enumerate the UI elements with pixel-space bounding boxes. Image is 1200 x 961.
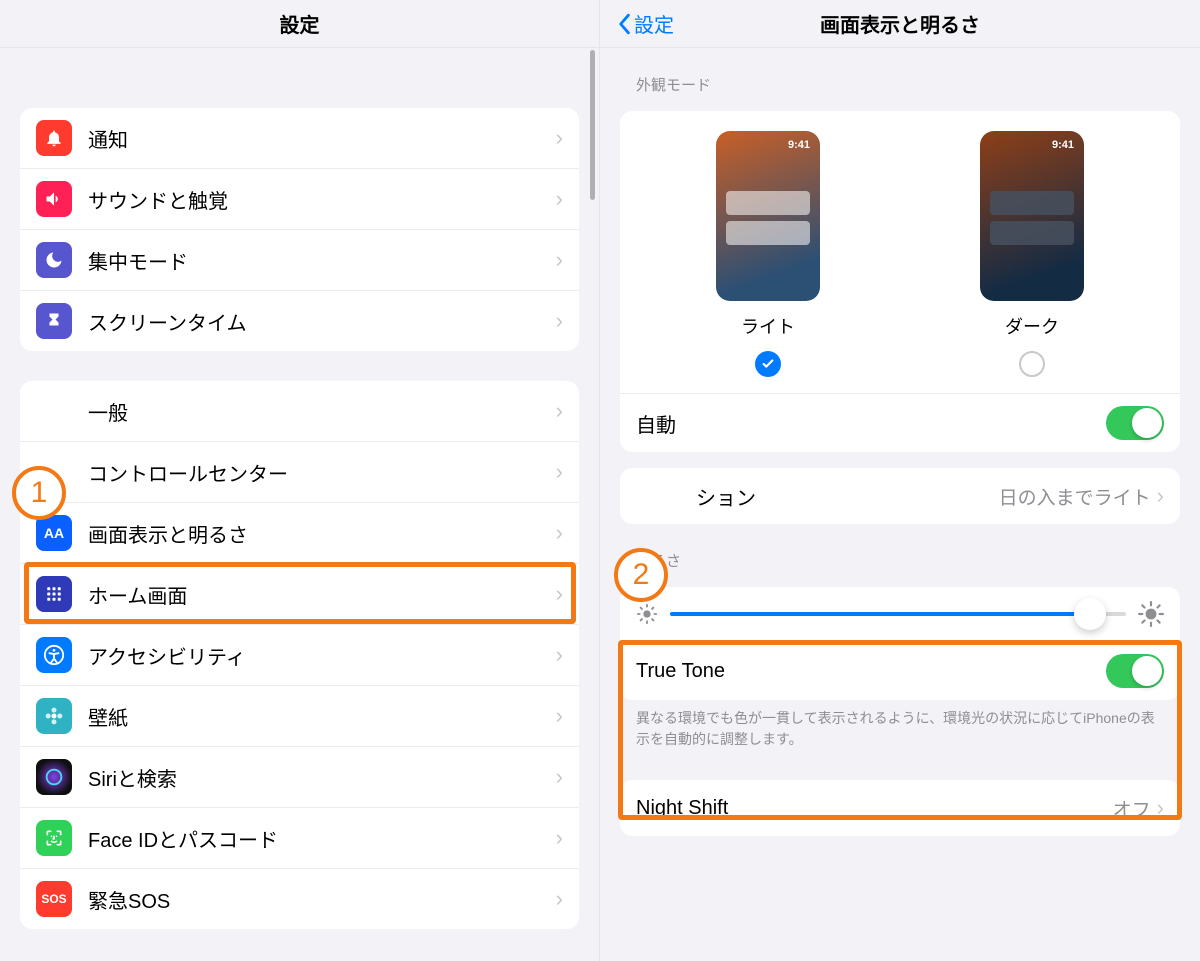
brightness-slider[interactable] — [670, 612, 1126, 616]
chevron-right-icon: › — [556, 249, 563, 271]
row-wallpaper[interactable]: 壁紙 › — [20, 686, 579, 747]
navbar-title: 設定 — [280, 9, 320, 38]
row-accessibility[interactable]: アクセシビリティ › — [20, 625, 579, 686]
navbar-right: 設定 画面表示と明るさ — [600, 0, 1200, 48]
chevron-right-icon: › — [556, 583, 563, 605]
back-label: 設定 — [634, 9, 674, 38]
chevron-right-icon: › — [556, 766, 563, 788]
chevron-right-icon: › — [556, 644, 563, 666]
radio-selected-icon — [755, 351, 781, 377]
annotation-step-1: 1 — [12, 466, 66, 520]
row-nightshift[interactable]: Night Shift オフ › — [620, 780, 1180, 836]
toggle-switch[interactable] — [1106, 654, 1164, 688]
chevron-right-icon: › — [556, 310, 563, 332]
preview-light-icon: 9:41 — [716, 131, 820, 301]
row-control-center[interactable]: コントロールセンター › — [20, 442, 579, 503]
row-label: Face IDとパスコード — [88, 824, 556, 853]
row-options[interactable]: ション 日の入までライト › — [620, 468, 1180, 524]
row-label: 通知 — [88, 124, 556, 153]
row-value: オフ — [1113, 795, 1151, 822]
appearance-previews: 9:41 ライト 9:41 ダーク — [620, 111, 1180, 394]
appearance-group: 9:41 ライト 9:41 ダーク 自動 — [620, 111, 1180, 452]
chevron-right-icon: › — [556, 827, 563, 849]
sun-small-icon — [636, 603, 658, 625]
scroll-indicator — [590, 50, 595, 200]
row-automatic[interactable]: 自動 — [620, 394, 1180, 452]
preview-label: ダーク — [1005, 313, 1059, 339]
accessibility-icon — [36, 637, 72, 673]
row-label: サウンドと触覚 — [88, 185, 556, 214]
slider-thumb[interactable] — [1074, 598, 1106, 630]
appearance-dark-option[interactable]: 9:41 ダーク — [980, 131, 1084, 377]
settings-group-general: 一般 › コントロールセンター › AA 画面表示と明るさ › ホーム画面 › — [20, 381, 579, 929]
row-general[interactable]: 一般 › — [20, 381, 579, 442]
faceid-icon — [36, 820, 72, 856]
settings-group-notifications: 通知 › サウンドと触覚 › 集中モード › スクリーンタイム › — [20, 108, 579, 351]
row-value: 日の入までライト — [999, 483, 1151, 510]
chevron-right-icon: › — [556, 188, 563, 210]
display-brightness-pane: 設定 画面表示と明るさ 外観モード 9:41 ライト 9:41 — [600, 0, 1200, 961]
navbar-title: 画面表示と明るさ — [820, 9, 980, 38]
back-button[interactable]: 設定 — [616, 0, 674, 47]
row-label: 画面表示と明るさ — [88, 519, 556, 548]
row-label: スクリーンタイム — [88, 307, 556, 336]
settings-root-pane: 設定 通知 › サウンドと触覚 › 集中モード › — [0, 0, 600, 961]
navbar-left: 設定 — [0, 0, 599, 48]
text-size-icon: AA — [36, 515, 72, 551]
chevron-right-icon: › — [1157, 485, 1164, 507]
row-label: アクセシビリティ — [88, 641, 556, 670]
row-siri[interactable]: Siriと検索 › — [20, 747, 579, 808]
section-header-brightness: 明るさ — [636, 550, 1164, 571]
row-label: ション — [636, 482, 999, 511]
flower-icon — [36, 698, 72, 734]
row-label: True Tone — [636, 660, 1106, 683]
hourglass-icon — [36, 303, 72, 339]
annotation-step-2: 2 — [614, 548, 668, 602]
chevron-right-icon: › — [1157, 797, 1164, 819]
row-label: 一般 — [88, 397, 556, 426]
row-display-brightness[interactable]: AA 画面表示と明るさ › — [20, 503, 579, 564]
brightness-group: True Tone — [620, 587, 1180, 700]
row-label: ホーム画面 — [88, 580, 556, 609]
chevron-right-icon: › — [556, 705, 563, 727]
grid-icon — [36, 576, 72, 612]
section-header-appearance: 外観モード — [636, 74, 1164, 95]
row-faceid[interactable]: Face IDとパスコード › — [20, 808, 579, 869]
row-label: 集中モード — [88, 246, 556, 275]
appearance-light-option[interactable]: 9:41 ライト — [716, 131, 820, 377]
row-sos[interactable]: SOS 緊急SOS › — [20, 869, 579, 929]
preview-label: ライト — [741, 313, 795, 339]
bell-icon — [36, 120, 72, 156]
row-truetone[interactable]: True Tone — [620, 642, 1180, 700]
row-label: Siriと検索 — [88, 763, 556, 792]
row-label: 緊急SOS — [88, 885, 556, 914]
row-home-screen[interactable]: ホーム画面 › — [20, 564, 579, 625]
chevron-right-icon: › — [556, 461, 563, 483]
radio-unselected-icon — [1019, 351, 1045, 377]
section-footer-truetone: 異なる環境でも色が一貫して表示されるように、環境光の状況に応じてiPhoneの表… — [636, 708, 1164, 750]
sun-large-icon — [1138, 601, 1164, 627]
row-label: コントロールセンター — [88, 458, 556, 487]
brightness-slider-row — [620, 587, 1180, 642]
row-screentime[interactable]: スクリーンタイム › — [20, 291, 579, 351]
chevron-right-icon: › — [556, 127, 563, 149]
row-label: Night Shift — [636, 797, 1113, 820]
sos-icon: SOS — [36, 881, 72, 917]
nightshift-group: Night Shift オフ › — [620, 780, 1180, 836]
row-label: 壁紙 — [88, 702, 556, 731]
chevron-right-icon: › — [556, 400, 563, 422]
options-group: ション 日の入までライト › — [620, 468, 1180, 524]
row-focus[interactable]: 集中モード › — [20, 230, 579, 291]
row-label: 自動 — [636, 409, 1106, 438]
toggle-switch[interactable] — [1106, 406, 1164, 440]
siri-icon — [36, 759, 72, 795]
speaker-icon — [36, 181, 72, 217]
chevron-left-icon — [616, 13, 632, 35]
chevron-right-icon: › — [556, 888, 563, 910]
chevron-right-icon: › — [556, 522, 563, 544]
row-sounds[interactable]: サウンドと触覚 › — [20, 169, 579, 230]
preview-dark-icon: 9:41 — [980, 131, 1084, 301]
row-notifications[interactable]: 通知 › — [20, 108, 579, 169]
moon-icon — [36, 242, 72, 278]
